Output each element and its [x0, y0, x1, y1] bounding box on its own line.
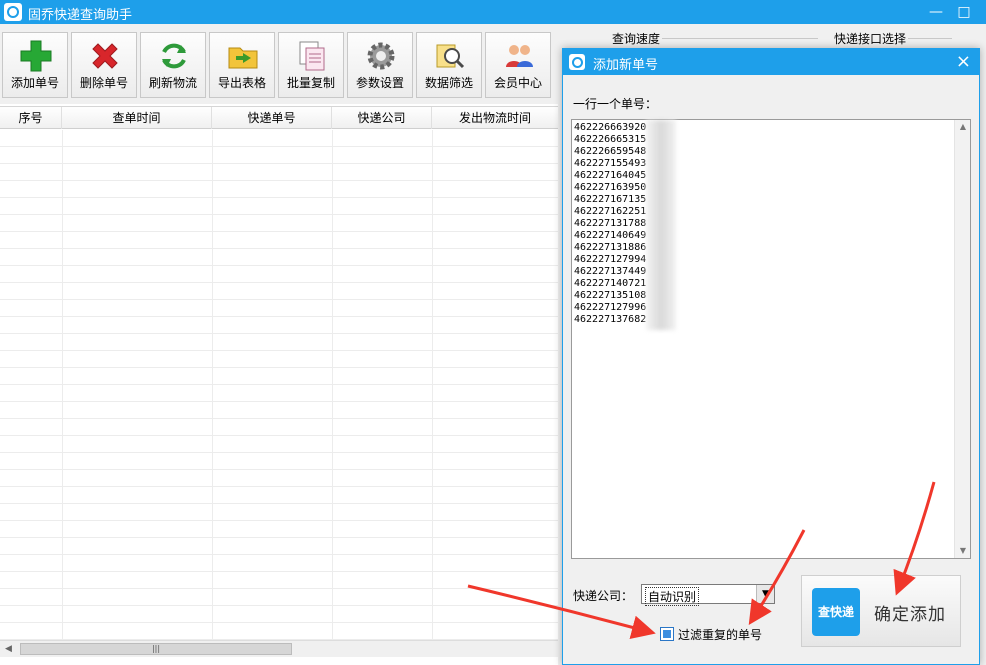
tracking-number-line: 462226665315 [574, 134, 647, 145]
main-titlebar: 固乔快递查询助手 — □ [0, 0, 986, 24]
tracking-table[interactable]: 序号 查单时间 快递单号 快递公司 发出物流时间 [0, 106, 558, 641]
dialog-titlebar: 添加新单号 × [563, 49, 979, 75]
filter-search-icon [436, 44, 465, 69]
scroll-down-arrow-icon[interactable]: ▼ [955, 544, 971, 558]
delete-number-button[interactable]: 删除单号 [71, 32, 137, 98]
tracking-number-line: 462227163950 [574, 182, 647, 193]
tracking-number-line: 462227162251 [574, 206, 647, 217]
tracking-numbers-textarea[interactable]: 462226663920 462226665315 462226659548 4622… [571, 119, 971, 559]
refresh-logistics-button[interactable]: 刷新物流 [140, 32, 206, 98]
export-table-button[interactable]: 导出表格 [209, 32, 275, 98]
member-center-label: 会员中心 [493, 76, 542, 90]
privacy-blur [646, 120, 676, 330]
confirm-add-label: 确定添加 [874, 605, 946, 625]
tracking-number-line: 462226663920 [574, 122, 647, 133]
scroll-up-arrow-icon[interactable]: ▲ [955, 120, 971, 134]
minimize-button[interactable]: — [926, 2, 946, 22]
table-header: 序号 查单时间 快递单号 快递公司 发出物流时间 [0, 107, 558, 129]
tracking-number-line: 462227140649 [574, 230, 647, 241]
data-filter-button[interactable]: 数据筛选 [416, 32, 482, 98]
data-filter-label: 数据筛选 [424, 76, 473, 90]
tracking-number-line: 462227167135 [574, 194, 647, 205]
scroll-thumb[interactable]: ||| [20, 643, 292, 655]
tracking-number-line: 462227137449 [574, 266, 647, 277]
maximize-button[interactable]: □ [954, 2, 974, 22]
tracking-number-line: 462227137682 [574, 314, 647, 325]
column-divider [332, 130, 333, 641]
add-number-button[interactable]: 添加单号 [2, 32, 68, 98]
tracking-number-line: 462227131886 [574, 242, 647, 253]
dialog-logo-icon [569, 54, 585, 70]
tracking-number-line: 462227155493 [574, 158, 647, 169]
input-hint: 一行一个单号： [573, 97, 658, 111]
batch-copy-button[interactable]: 批量复制 [278, 32, 344, 98]
chevron-down-icon[interactable]: ▼ [756, 585, 774, 603]
column-tracking-number[interactable]: 快递单号 [212, 107, 332, 129]
tracking-number-line: 462226659548 [574, 146, 647, 157]
tracking-number-line: 462227127996 [574, 302, 647, 313]
tracking-number-line: 462227164045 [574, 170, 647, 181]
window-title: 固乔快递查询助手 [28, 8, 133, 23]
column-ship-time[interactable]: 发出物流时间 [432, 107, 558, 129]
column-divider [212, 130, 213, 641]
scroll-left-arrow-icon[interactable]: ◀ [0, 641, 17, 658]
confirm-add-button[interactable]: 查快递 确定添加 [801, 575, 961, 647]
toolbar: 添加单号 删除单号 刷新物流 导出表格 批量复制 参数设置 数据筛选 会员中心 [0, 24, 558, 104]
query-speed-label: 查询速度 [610, 30, 663, 47]
column-divider [62, 130, 63, 641]
column-courier[interactable]: 快递公司 [332, 107, 432, 129]
tracking-number-line: 462227131788 [574, 218, 647, 229]
dialog-close-button[interactable]: × [956, 51, 971, 72]
member-center-button[interactable]: 会员中心 [485, 32, 551, 98]
filter-duplicates-label[interactable]: 过滤重复的单号 [678, 626, 762, 643]
settings-button[interactable]: 参数设置 [347, 32, 413, 98]
tracking-numbers-text: 462226663920 462226665315 462226659548 4622… [574, 122, 646, 326]
add-number-dialog: 添加新单号 × 一行一个单号： 462226663920 462226665315… [562, 48, 980, 665]
app-logo-icon [4, 3, 22, 21]
delete-x-icon [92, 43, 118, 69]
refresh-logistics-label: 刷新物流 [148, 76, 197, 90]
column-index[interactable]: 序号 [0, 107, 62, 129]
dialog-title: 添加新单号 [593, 58, 659, 73]
tracking-number-line: 462227127994 [574, 254, 647, 265]
courier-select-value: 自动识别 [645, 587, 700, 606]
add-plus-icon [20, 40, 52, 72]
column-query-time[interactable]: 查单时间 [62, 107, 212, 129]
kuaidi-logo-icon: 查快递 [812, 588, 860, 636]
table-body[interactable] [0, 130, 558, 641]
copy-icon [299, 41, 325, 71]
settings-label: 参数设置 [355, 76, 404, 90]
interface-select-label: 快递接口选择 [832, 30, 909, 47]
horizontal-scrollbar[interactable]: ◀ ||| [0, 640, 558, 657]
column-divider [432, 130, 433, 641]
tracking-number-line: 462227140721 [574, 278, 647, 289]
members-icon [506, 45, 533, 67]
export-folder-icon [228, 47, 258, 69]
filter-duplicates-checkbox[interactable] [660, 627, 674, 641]
refresh-icon [162, 43, 186, 69]
tracking-number-line: 462227135108 [574, 290, 647, 301]
export-table-label: 导出表格 [217, 76, 266, 90]
textarea-scrollbar[interactable]: ▲ ▼ [954, 120, 970, 558]
courier-select[interactable]: 自动识别 ▼ [641, 584, 775, 606]
delete-number-label: 删除单号 [79, 76, 128, 90]
gear-icon [367, 42, 395, 70]
courier-label: 快递公司： [573, 589, 634, 603]
batch-copy-label: 批量复制 [286, 76, 335, 90]
add-number-label: 添加单号 [10, 76, 59, 90]
